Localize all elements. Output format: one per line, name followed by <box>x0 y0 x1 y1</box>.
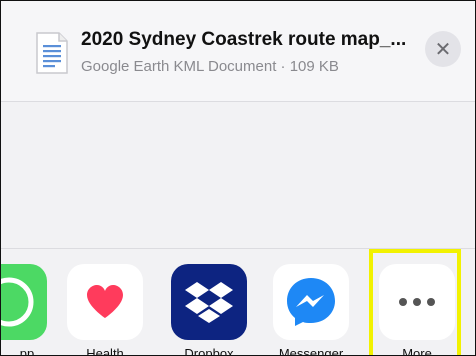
app-whatsapp[interactable]: pp <box>1 264 47 355</box>
file-title: 2020 Sydney Coastrek route map_... <box>81 29 407 50</box>
app-label-dropbox: Dropbox <box>184 346 234 356</box>
close-icon: ✕ <box>434 38 452 61</box>
share-sheet: 2020 Sydney Coastrek route map_... Googl… <box>0 0 476 356</box>
app-label-messenger: Messenger <box>278 346 344 356</box>
app-health[interactable]: Health <box>67 264 143 355</box>
app-dropbox[interactable]: Dropbox <box>171 264 247 355</box>
heart-icon <box>67 264 143 340</box>
share-sheet-empty-area <box>1 102 475 248</box>
highlight-box <box>369 249 461 355</box>
app-label-health: Health <box>86 346 124 356</box>
messenger-icon <box>273 264 349 340</box>
document-icon <box>35 31 69 75</box>
app-messenger[interactable]: Messenger <box>273 264 349 355</box>
share-sheet-header: 2020 Sydney Coastrek route map_... Googl… <box>1 1 475 102</box>
whatsapp-icon <box>1 264 47 340</box>
file-subtitle: Google Earth KML Document · 109 KB <box>81 58 339 75</box>
close-button[interactable]: ✕ <box>425 31 461 67</box>
dropbox-icon <box>171 264 247 340</box>
